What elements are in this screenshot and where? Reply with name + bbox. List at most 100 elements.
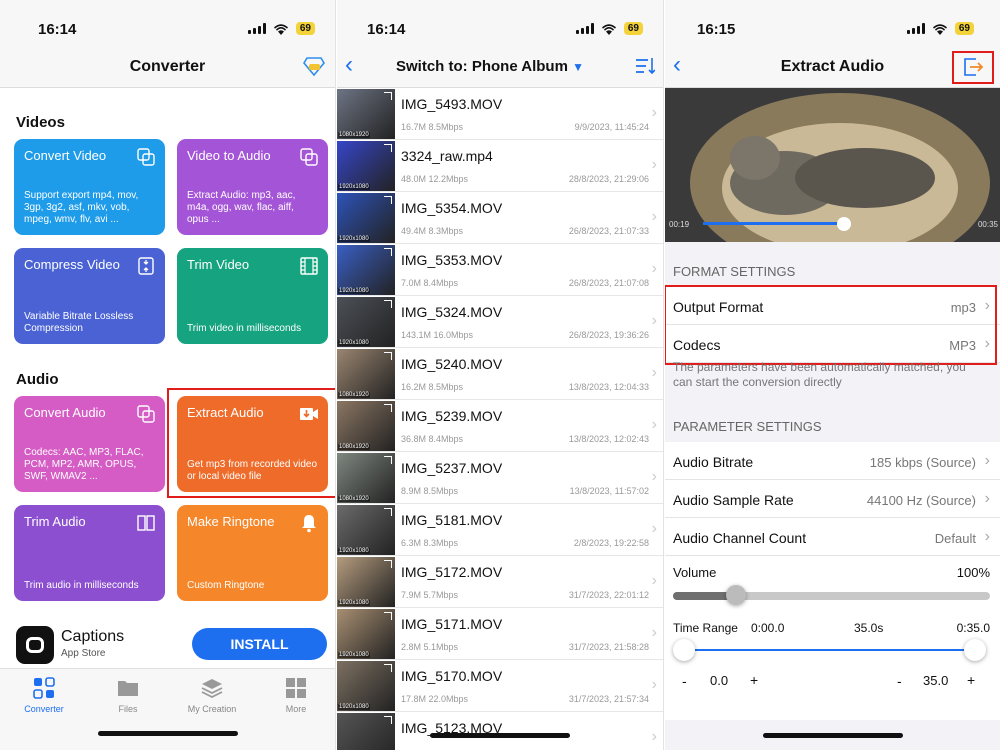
expand-icon [384, 352, 392, 360]
audio-channel-count-row[interactable]: Audio Channel Count Default › [665, 518, 1000, 556]
file-name: IMG_5239.MOV [401, 408, 503, 424]
expand-icon [384, 92, 392, 100]
extract-audio-screen: 16:15 69 ‹ Extract Audio 00:19 00:35 FOR… [665, 0, 1000, 750]
tab-my-creation[interactable]: My Creation [170, 677, 254, 714]
file-date: 31/7/2023, 21:57:34 [568, 694, 649, 704]
file-row[interactable]: 1080x1920 IMG_5237.MOV 8.9M 8.5Mbps 13/8/20… [337, 452, 663, 504]
file-row[interactable]: 1920x1080 IMG_5172.MOV 7.9M 5.7Mbps 31/7/20… [337, 556, 663, 608]
file-row[interactable]: 1920x1080 3324_raw.mp4 48.0M 12.2Mbps 28/8/… [337, 140, 663, 192]
file-name: IMG_5172.MOV [401, 564, 503, 580]
file-size: 16.2M 8.5Mbps [401, 382, 464, 392]
card-description: Codecs: AAC, MP3, FLAC, PCM, MP2, AMR, O… [24, 447, 144, 482]
ad-banner[interactable]: Captions App Store INSTALL [0, 620, 335, 668]
install-button[interactable]: INSTALL [192, 628, 327, 660]
time-range-track[interactable] [683, 649, 976, 651]
audio-heading: Audio [16, 371, 59, 388]
trim-video-card[interactable]: Trim Video Trim video in milliseconds [177, 248, 328, 344]
param-value: 44100 Hz (Source) [866, 493, 976, 508]
range-end-time: 0:35.0 [956, 621, 990, 635]
chevron-right-icon: › [651, 728, 657, 745]
ad-title: Captions [61, 628, 125, 645]
file-row[interactable]: 1080x1920 IMG_5493.MOV 16.7M 8.5Mbps 9/9/20… [337, 88, 663, 140]
param-label: Audio Channel Count [673, 530, 807, 546]
thumbnail-resolution: 1920x1080 [338, 704, 370, 710]
volume-slider[interactable] [673, 592, 990, 600]
auto-match-note: The parameters have been automatically m… [673, 360, 966, 389]
file-name: IMG_5354.MOV [401, 200, 503, 216]
chevron-right-icon: › [651, 312, 657, 329]
pro-diamond-icon[interactable] [303, 56, 325, 76]
file-size: 6.3M 8.3Mbps [401, 538, 459, 548]
volume-knob[interactable] [726, 585, 747, 605]
file-size: 2.8M 5.1Mbps [401, 642, 459, 652]
video-scrubber[interactable] [837, 217, 851, 231]
video-preview[interactable]: 00:19 00:35 [665, 88, 1000, 242]
param-label: Audio Sample Rate [673, 492, 794, 508]
card-description: Trim video in milliseconds [187, 323, 302, 334]
card-description: Extract Audio: mp3, aac, m4a, ogg, wav, … [187, 190, 296, 225]
expand-icon [384, 664, 392, 672]
battery-icon: 69 [954, 22, 974, 35]
start-increment-button[interactable]: + [750, 672, 758, 688]
end-decrement-button[interactable]: - [897, 673, 902, 689]
chevron-right-icon: › [651, 676, 657, 693]
compress-video-card[interactable]: Compress Video Variable Bitrate Lossless… [14, 248, 165, 344]
album-screen: 16:14 69 ‹ Switch to: Phone Album ▼ 1080… [337, 0, 664, 750]
end-time-value: 35.0 [923, 673, 949, 688]
start-time-value: 0.0 [710, 673, 729, 688]
file-row[interactable]: 1920x1080 IMG_5354.MOV 49.4M 8.3Mbps 26/8/2… [337, 192, 663, 244]
tab-files[interactable]: Files [86, 677, 170, 714]
expand-icon [384, 196, 392, 204]
file-row[interactable]: 1080x1920 IMG_5240.MOV 16.2M 8.5Mbps 13/8/2… [337, 348, 663, 400]
file-row[interactable]: 1920x1080 IMG_5181.MOV 6.3M 8.3Mbps 2/8/202… [337, 504, 663, 556]
range-end-handle[interactable] [964, 639, 986, 661]
thumbnail-resolution: 1920x1080 [338, 600, 370, 606]
audio-sample-rate-row[interactable]: Audio Sample Rate 44100 Hz (Source) › [665, 480, 1000, 518]
thumbnail-resolution: 1080x1920 [338, 496, 370, 502]
audio-bitrate-row[interactable]: Audio Bitrate 185 kbps (Source) › [665, 442, 1000, 480]
parameter-settings-heading: PARAMETER SETTINGS [673, 419, 822, 434]
video-thumbnail: 1080x1920 [337, 89, 395, 139]
file-name: IMG_5324.MOV [401, 304, 503, 320]
expand-icon [384, 508, 392, 516]
page-title: Converter [129, 58, 206, 75]
param-label: Audio Bitrate [673, 454, 754, 470]
format-settings-heading: FORMAT SETTINGS [673, 264, 796, 279]
ad-subtitle: App Store [61, 648, 106, 659]
file-date: 31/7/2023, 22:01:12 [568, 590, 649, 600]
tab-converter[interactable]: Converter [2, 677, 86, 714]
video-thumbnail: 1920x1080 [337, 557, 395, 607]
tab-bar: Converter Files My Creation More [0, 668, 335, 750]
file-row[interactable]: 1920x1080 IMG_5171.MOV 2.8M 5.1Mbps 31/7/20… [337, 608, 663, 660]
end-increment-button[interactable]: + [967, 672, 975, 688]
file-size: 16.7M 8.5Mbps [401, 122, 464, 132]
chevron-right-icon: › [651, 624, 657, 641]
convert-video-card[interactable]: Convert Video Support export mp4, mov, 3… [14, 139, 165, 235]
convert-icon [300, 148, 318, 166]
tab-label: Converter [24, 704, 64, 714]
file-row[interactable]: 1080x1920 IMG_5239.MOV 36.8M 8.4Mbps 13/8/2… [337, 400, 663, 452]
album-switch-title[interactable]: Switch to: Phone Album ▼ [337, 58, 663, 75]
file-name: IMG_5237.MOV [401, 460, 503, 476]
video-thumbnail: 1920x1080 [337, 661, 395, 711]
home-indicator [97, 731, 238, 736]
thumbnail-resolution: 1920x1080 [338, 652, 370, 658]
screenshot: 16:14 69 Converter Videos Convert Video … [0, 0, 1000, 750]
file-row[interactable]: 1920x1080 IMG_5170.MOV 17.8M 22.0Mbps 31/7/… [337, 660, 663, 712]
convert-icon [137, 148, 155, 166]
start-decrement-button[interactable]: - [682, 673, 687, 689]
tab-more[interactable]: More [254, 677, 335, 714]
chevron-right-icon: › [984, 490, 990, 507]
range-start-handle[interactable] [673, 639, 695, 661]
file-date: 13/8/2023, 12:04:33 [568, 382, 649, 392]
file-row[interactable]: 1920x1080 IMG_5324.MOV 143.1M 16.0Mbps 26/8… [337, 296, 663, 348]
trim-audio-card[interactable]: Trim Audio Trim audio in milliseconds [14, 505, 165, 601]
status-icons: 69 [906, 22, 974, 35]
video-progress-bar[interactable] [703, 222, 845, 225]
sort-icon[interactable] [635, 57, 655, 75]
file-row[interactable]: 1920x1080 IMG_5353.MOV 7.0M 8.4Mbps 26/8/20… [337, 244, 663, 296]
convert-audio-card[interactable]: Convert Audio Codecs: AAC, MP3, FLAC, PC… [14, 396, 165, 492]
video-to-audio-card[interactable]: Video to Audio Extract Audio: mp3, aac, … [177, 139, 328, 235]
make-ringtone-card[interactable]: Make Ringtone Custom Ringtone [177, 505, 328, 601]
file-row[interactable]: IMG_5123.MOV › [337, 712, 663, 750]
